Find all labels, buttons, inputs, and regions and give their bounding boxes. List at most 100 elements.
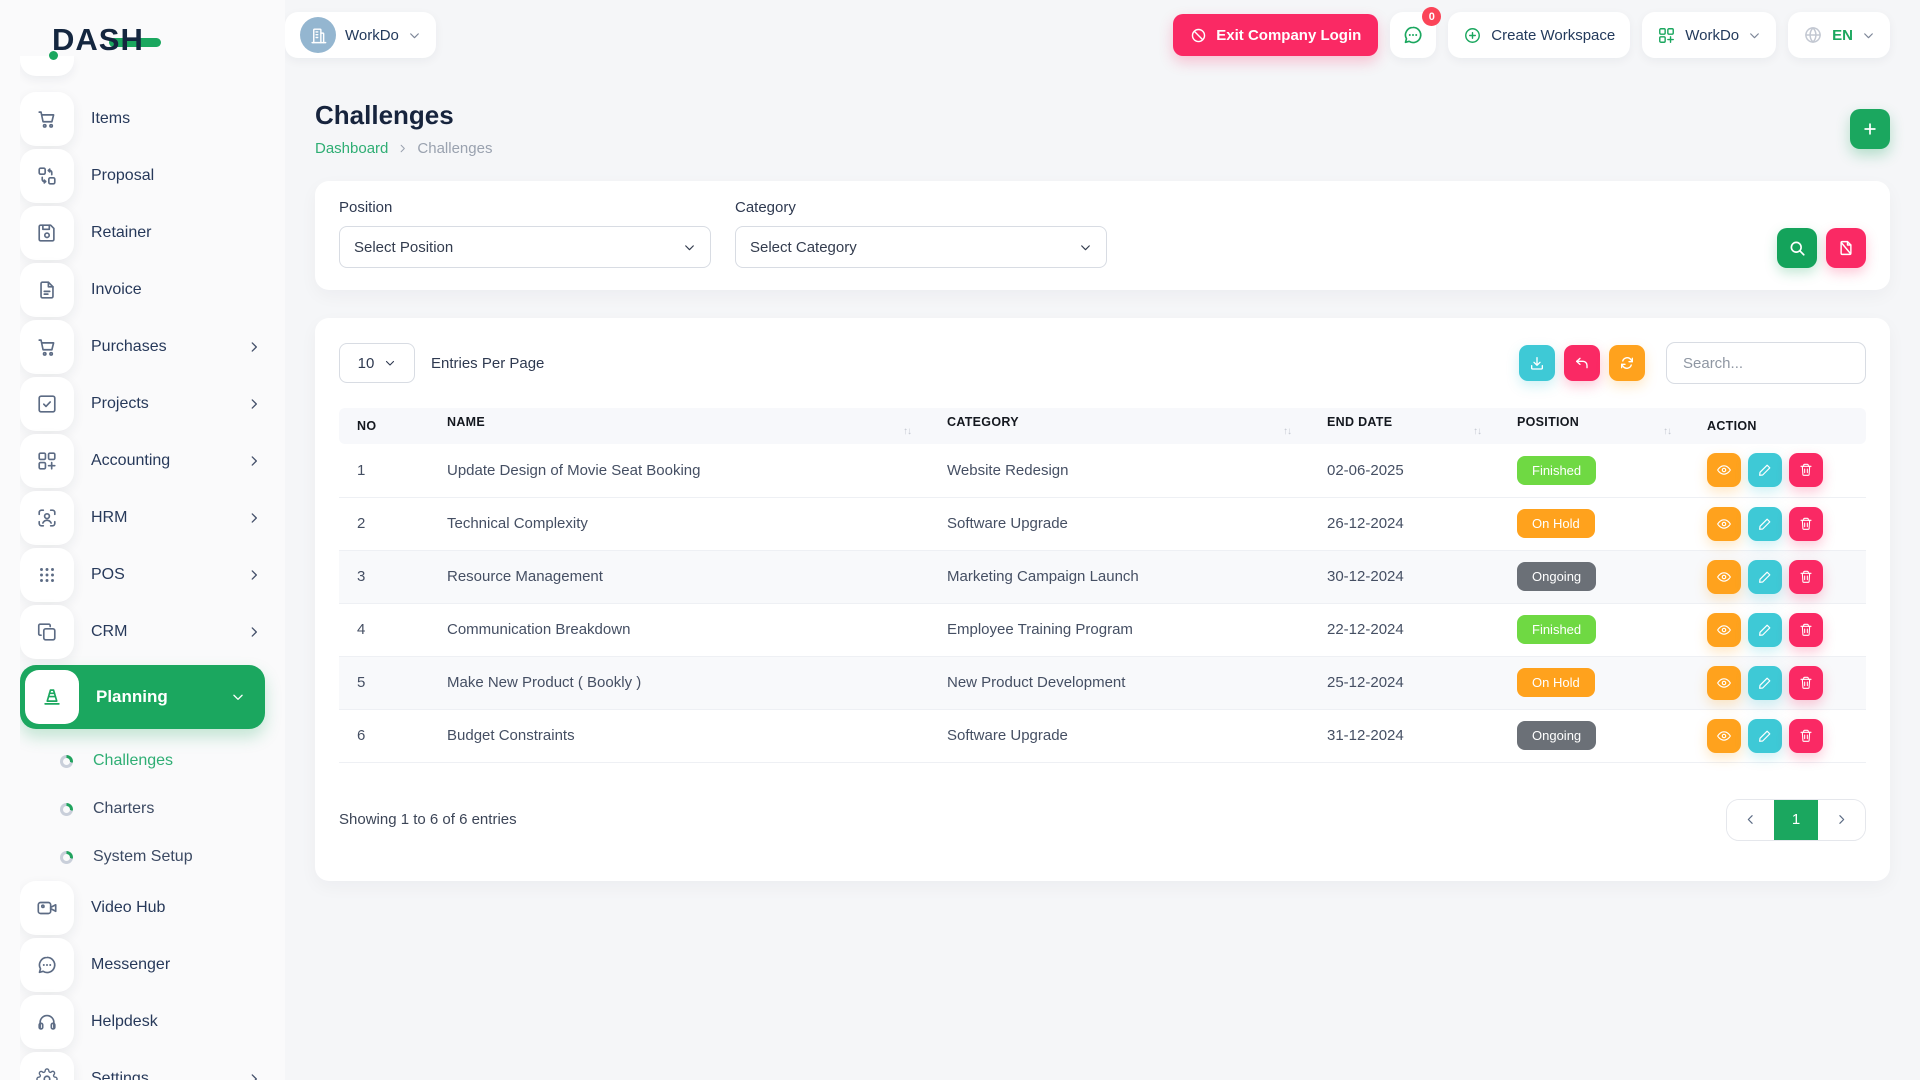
view-button[interactable] xyxy=(1707,719,1741,753)
cell-no: 6 xyxy=(339,709,429,762)
reset-button[interactable] xyxy=(1564,345,1600,381)
position-filter-label: Position xyxy=(339,199,711,216)
exit-company-login-button[interactable]: Exit Company Login xyxy=(1173,14,1378,56)
delete-button[interactable] xyxy=(1789,453,1823,487)
edit-button[interactable] xyxy=(1748,666,1782,700)
sidebar-subitem-challenges[interactable]: Challenges xyxy=(20,737,285,785)
sidebar-item-label: Retainer xyxy=(91,224,151,242)
sidebar-subitem-charters[interactable]: Charters xyxy=(20,785,285,833)
breadcrumb-current: Challenges xyxy=(417,140,492,157)
col-header-end-date[interactable]: END DATE↑↓ xyxy=(1309,408,1499,444)
export-button[interactable] xyxy=(1519,345,1555,381)
sidebar-subitem-system-setup[interactable]: System Setup xyxy=(20,833,285,881)
slash-circle-icon xyxy=(1190,27,1207,44)
col-header-name[interactable]: NAME↑↓ xyxy=(429,408,929,444)
col-header-label: NAME xyxy=(447,415,485,429)
delete-button[interactable] xyxy=(1789,613,1823,647)
entries-per-page-select[interactable]: 10 xyxy=(339,343,415,383)
cell-category: Website Redesign xyxy=(929,444,1309,497)
prev-page-button[interactable] xyxy=(1727,800,1774,840)
breadcrumb-dashboard-link[interactable]: Dashboard xyxy=(315,140,388,157)
sidebar-item-video-hub[interactable]: Video Hub xyxy=(20,881,285,935)
sidebar-item-label: Helpdesk xyxy=(91,1013,158,1031)
sidebar-item-purchases[interactable]: Purchases xyxy=(20,320,285,374)
view-button[interactable] xyxy=(1707,613,1741,647)
next-page-button[interactable] xyxy=(1818,800,1865,840)
sidebar: DASH Items Proposal Retainer Invoice Pur… xyxy=(0,0,285,1080)
logo-text: DASH xyxy=(52,22,144,57)
col-header-no[interactable]: NO xyxy=(339,408,429,444)
add-challenge-button[interactable] xyxy=(1850,109,1890,149)
sidebar-item-planning[interactable]: Planning xyxy=(20,665,265,729)
position-select[interactable]: Select Position xyxy=(339,226,711,268)
grid-plus-icon xyxy=(20,434,74,488)
chevron-right-icon xyxy=(247,625,261,639)
sidebar-item-pos[interactable]: POS xyxy=(20,548,285,602)
delete-button[interactable] xyxy=(1789,560,1823,594)
current-page-button[interactable]: 1 xyxy=(1774,800,1818,840)
sidebar-item-hrm[interactable]: HRM xyxy=(20,491,285,545)
view-button[interactable] xyxy=(1707,560,1741,594)
edit-button[interactable] xyxy=(1748,453,1782,487)
edit-button[interactable] xyxy=(1748,719,1782,753)
language-selector[interactable]: EN xyxy=(1788,12,1890,58)
table-row: 2 Technical Complexity Software Upgrade … xyxy=(339,497,1866,550)
dots-grid-icon xyxy=(20,548,74,602)
col-header-position[interactable]: POSITION↑↓ xyxy=(1499,408,1689,444)
view-button[interactable] xyxy=(1707,666,1741,700)
status-badge: Finished xyxy=(1517,456,1596,485)
sidebar-item-retainer[interactable]: Retainer xyxy=(20,206,285,260)
col-header-action[interactable]: ACTION xyxy=(1689,408,1866,444)
sidebar-item-label: Purchases xyxy=(91,338,167,356)
sort-icon: ↑↓ xyxy=(1473,426,1481,437)
plus-icon xyxy=(1861,120,1879,138)
cart-icon xyxy=(20,320,74,374)
table-toolbar: 10 Entries Per Page xyxy=(339,342,1866,384)
sidebar-item-settings[interactable]: Settings xyxy=(20,1052,285,1080)
table-search-input[interactable] xyxy=(1666,342,1866,384)
entries-per-page-label: Entries Per Page xyxy=(431,355,544,372)
delete-button[interactable] xyxy=(1789,719,1823,753)
cell-name: Budget Constraints xyxy=(429,709,929,762)
view-button[interactable] xyxy=(1707,453,1741,487)
col-header-category[interactable]: CATEGORY↑↓ xyxy=(929,408,1309,444)
table-row: 6 Budget Constraints Software Upgrade 31… xyxy=(339,709,1866,762)
sidebar-item-invoice[interactable]: Invoice xyxy=(20,263,285,317)
chevron-down-icon xyxy=(1079,241,1092,254)
delete-button[interactable] xyxy=(1789,507,1823,541)
position-select-value: Select Position xyxy=(354,239,453,256)
sidebar-item-accounting[interactable]: Accounting xyxy=(20,434,285,488)
create-workspace-button[interactable]: Create Workspace xyxy=(1448,12,1630,58)
edit-button[interactable] xyxy=(1748,560,1782,594)
user-scan-icon xyxy=(20,491,74,545)
sidebar-item-label: Messenger xyxy=(91,956,170,974)
trash-icon xyxy=(1798,622,1814,638)
sidebar-item-projects[interactable]: Projects xyxy=(20,377,285,431)
sidebar-item-messenger[interactable]: Messenger xyxy=(20,938,285,992)
sidebar-item-label: Settings xyxy=(91,1070,149,1080)
delete-button[interactable] xyxy=(1789,666,1823,700)
sidebar-item-crm[interactable]: CRM xyxy=(20,605,285,659)
clear-filter-button[interactable] xyxy=(1826,228,1866,268)
sidebar-item-proposal[interactable]: Proposal xyxy=(20,149,285,203)
messages-button[interactable]: 0 xyxy=(1390,12,1436,58)
workspace-switcher[interactable]: WorkDo xyxy=(285,12,436,58)
apply-filter-button[interactable] xyxy=(1777,228,1817,268)
chevron-right-icon xyxy=(247,568,261,582)
dash-logo: DASH xyxy=(52,22,144,62)
sidebar-item-items[interactable]: Items xyxy=(20,92,285,146)
edit-button[interactable] xyxy=(1748,613,1782,647)
view-button[interactable] xyxy=(1707,507,1741,541)
trash-icon xyxy=(1798,728,1814,744)
table-footer: Showing 1 to 6 of 6 entries 1 xyxy=(339,799,1866,841)
sort-icon: ↑↓ xyxy=(1663,426,1671,437)
sidebar-item-helpdesk[interactable]: Helpdesk xyxy=(20,995,285,1049)
reload-button[interactable] xyxy=(1609,345,1645,381)
sidebar-menu: Items Proposal Retainer Invoice Purchase… xyxy=(20,56,285,1080)
search-icon xyxy=(1788,239,1806,257)
edit-button[interactable] xyxy=(1748,507,1782,541)
workdo-apps-menu[interactable]: WorkDo xyxy=(1642,12,1776,58)
category-select[interactable]: Select Category xyxy=(735,226,1107,268)
pencil-icon xyxy=(1757,675,1773,691)
pagination: 1 xyxy=(1726,799,1866,841)
